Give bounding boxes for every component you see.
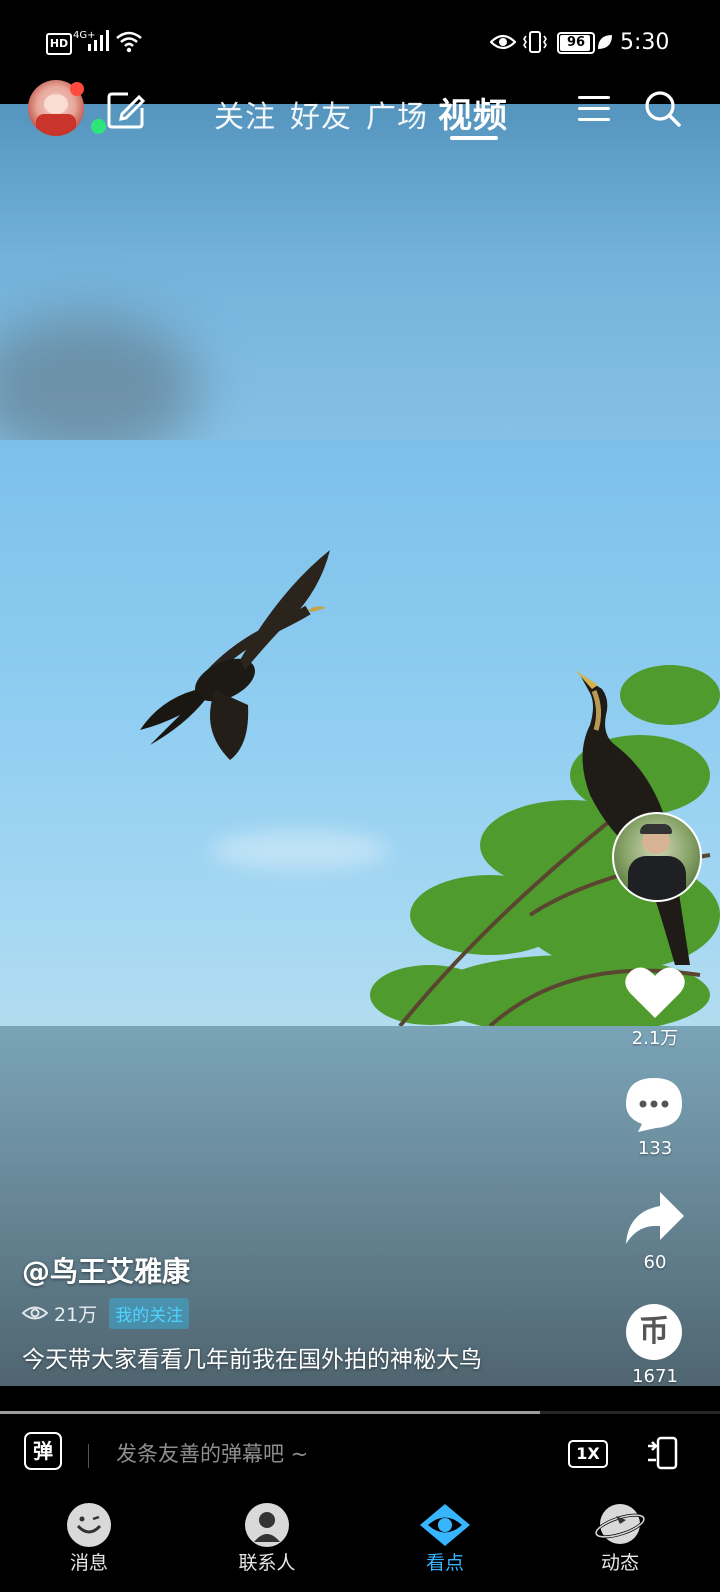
top-navigation: 关注 好友 广场 视频: [0, 78, 720, 148]
danmaku-toggle-button[interactable]: 弹: [24, 1432, 62, 1470]
tab-contacts[interactable]: 联系人: [207, 1498, 327, 1592]
hd-indicator: HD: [46, 33, 72, 55]
danmaku-bar: 弹 发条友善的弹幕吧 ~ 1X: [0, 1414, 720, 1498]
battery-icon: 96: [557, 32, 595, 54]
notification-dot: [70, 82, 84, 96]
flying-bird-image: [140, 550, 330, 760]
video-frame: [0, 440, 720, 1026]
wifi-icon: [116, 31, 142, 53]
speed-button[interactable]: 1X: [568, 1440, 608, 1468]
signal-icon: [88, 30, 109, 51]
comment-icon[interactable]: [624, 1076, 684, 1134]
comment-count: 133: [637, 1138, 673, 1159]
message-icon: [67, 1503, 111, 1547]
status-bar: HD 4G+ 96 5:30: [0, 0, 720, 90]
follow-tag: 我的关注: [109, 1297, 190, 1329]
author-avatar[interactable]: [612, 812, 702, 902]
tab-discover[interactable]: 看点: [385, 1498, 505, 1592]
tab-messages-label: 消息: [69, 1552, 108, 1574]
eye-comfort-icon: [490, 34, 516, 50]
planet-icon: [594, 1504, 646, 1544]
blurred-backdrop-bottom: [0, 1026, 720, 1386]
tab-discover-label: 看点: [425, 1552, 464, 1574]
compose-icon[interactable]: [106, 90, 146, 130]
video-player[interactable]: [0, 104, 720, 1386]
active-tab-indicator: [450, 136, 498, 140]
share-count: 60: [643, 1252, 667, 1273]
tab-follow[interactable]: 关注: [214, 92, 276, 136]
online-status-dot: [91, 119, 106, 134]
menu-icon[interactable]: [578, 94, 612, 124]
tab-moments-label: 动态: [600, 1552, 639, 1574]
clock: 5:30: [620, 30, 670, 55]
tab-plaza[interactable]: 广场: [366, 92, 428, 136]
cloud: [210, 830, 390, 870]
coin-button[interactable]: 币: [626, 1304, 682, 1360]
share-icon[interactable]: [624, 1190, 686, 1246]
author-name[interactable]: @鸟王艾雅康: [22, 1250, 190, 1290]
tab-friends[interactable]: 好友: [290, 92, 352, 136]
views-eye-icon: [22, 1306, 48, 1320]
bottom-navigation: 消息 联系人 看点 动态: [0, 1498, 720, 1592]
coin-count: 1671: [632, 1366, 678, 1387]
danmaku-input[interactable]: 发条友善的弹幕吧 ~: [116, 1438, 308, 1468]
vibrate-icon: [523, 31, 547, 53]
tab-moments[interactable]: 动态: [560, 1498, 680, 1592]
like-icon[interactable]: [624, 966, 686, 1020]
divider: [88, 1444, 89, 1468]
battery-level: 96: [566, 35, 586, 50]
contacts-icon: [245, 1503, 289, 1547]
eye-icon: [420, 1504, 470, 1546]
tab-video[interactable]: 视频: [438, 88, 508, 137]
tab-contacts-label: 联系人: [238, 1552, 296, 1574]
views-count: 21万: [54, 1303, 98, 1326]
views-row: 21万 我的关注: [22, 1297, 190, 1329]
tab-messages[interactable]: 消息: [29, 1498, 149, 1592]
rotate-screen-icon[interactable]: [646, 1436, 678, 1470]
search-icon[interactable]: [644, 90, 682, 128]
like-count: 2.1万: [631, 1028, 679, 1049]
leaf-icon: [598, 35, 612, 49]
video-caption: 今天带大家看看几年前我在国外拍的神秘大鸟: [22, 1347, 482, 1373]
